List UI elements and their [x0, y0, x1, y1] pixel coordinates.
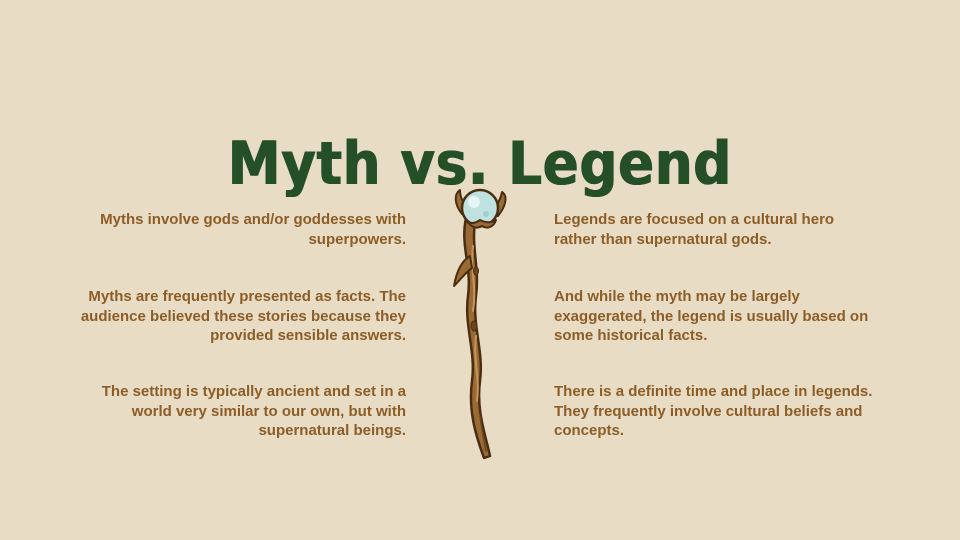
slide: Myth vs. Legend Myths involve gods and/o… — [0, 0, 960, 540]
wizard-staff-icon — [453, 188, 507, 460]
myth-point-1: Myths involve gods and/or goddesses with… — [100, 211, 406, 248]
legend-point-1: Legends are focused on a cultural hero r… — [554, 211, 835, 248]
myth-point-3: The setting is typically ancient and set… — [101, 383, 406, 439]
legend-point-3: There is a definite time and place in le… — [554, 383, 873, 439]
myth-point-2: Myths are frequently presented as facts.… — [80, 288, 406, 344]
legend-point-2: And while the myth may be largely exagge… — [554, 288, 869, 344]
